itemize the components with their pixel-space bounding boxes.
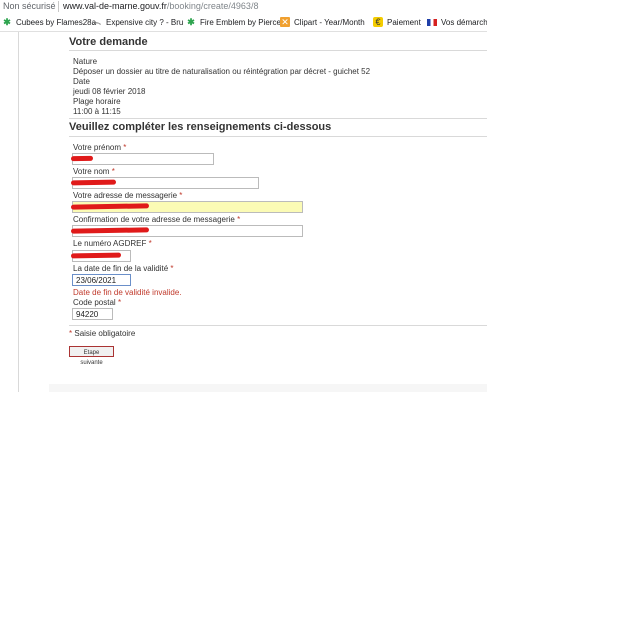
bookmark-clipart[interactable]: ✕ Clipart - Year/Month (280, 16, 365, 28)
firstname-input[interactable] (72, 153, 214, 165)
nature-value: Déposer un dossier au titre de naturalis… (73, 67, 371, 76)
bookmark-fire-emblem[interactable]: ✱ Fire Emblem by Pierce (186, 16, 281, 28)
label-text: Votre prénom (73, 143, 122, 152)
divider (69, 136, 487, 137)
required-marker: * (123, 143, 127, 152)
bookmark-vos-demarches[interactable]: Vos démarches (427, 16, 487, 28)
label-text: Code postal (73, 298, 116, 307)
label-text: Le numéro AGDREF (73, 239, 147, 248)
french-flag-icon (427, 18, 437, 26)
validity-label: La date de fin de la validité * (73, 264, 174, 273)
email-confirm-label: Confirmation de votre adresse de message… (73, 215, 240, 224)
clipart-icon: ✕ (280, 17, 290, 27)
bookmarks-bar: ✱ Cubees by Flames28a ෴ Expensive city ?… (0, 13, 487, 32)
bookmark-label: Expensive city ? - Bru (106, 17, 184, 27)
agdref-label: Le numéro AGDREF * (73, 239, 152, 248)
lastname-label: Votre nom * (73, 167, 115, 176)
mandatory-text: Saisie obligatoire (74, 329, 136, 338)
security-indicator[interactable]: Non sécurisé (3, 1, 56, 11)
divider (69, 50, 487, 51)
payment-icon: € (373, 17, 383, 27)
label-text: Confirmation de votre adresse de message… (73, 215, 235, 224)
divider (69, 118, 487, 119)
url-path: /booking/create/4963/8 (166, 1, 259, 11)
page-footer-band (49, 384, 487, 392)
email-label: Votre adresse de messagerie * (73, 191, 182, 200)
date-value: jeudi 08 février 2018 (73, 87, 146, 96)
validity-date-input[interactable] (72, 274, 131, 286)
nature-label: Nature (73, 57, 98, 66)
bookmark-label: Cubees by Flames28a (16, 17, 97, 27)
required-marker: * (237, 215, 241, 224)
address-bar[interactable]: Non sécurisé www.val-de-marne.gouv.fr/bo… (0, 0, 487, 13)
redaction-mark (70, 252, 122, 259)
bookmark-expensive-city[interactable]: ෴ Expensive city ? - Bru (92, 16, 184, 28)
form-heading: Veuillez compléter les renseignements ci… (69, 121, 332, 133)
request-summary: Nature Déposer un dossier au titre de na… (73, 57, 370, 117)
label-text: Votre nom (73, 167, 110, 176)
postal-label: Code postal * (73, 298, 121, 307)
required-marker: * (111, 167, 115, 176)
required-marker: * (148, 239, 152, 248)
redaction-mark (70, 179, 117, 186)
bookmark-label: Vos démarches (441, 17, 487, 27)
label-text: La date de fin de la validité (73, 264, 169, 273)
request-heading: Votre demande (69, 36, 148, 48)
redaction-mark (70, 155, 94, 162)
required-marker: * (69, 329, 73, 338)
address-separator (58, 1, 59, 12)
next-step-button[interactable]: Etape suivante (69, 346, 114, 366)
slot-label: Plage horaire (73, 97, 121, 106)
required-marker: * (179, 191, 183, 200)
slot-value: 11:00 à 11:15 (73, 107, 121, 116)
required-marker: * (117, 298, 122, 307)
label-text: Votre adresse de messagerie (73, 191, 178, 200)
validity-error-message: Date de fin de validité invalide. (73, 288, 182, 297)
postal-code-input[interactable] (72, 308, 113, 320)
date-label: Date (73, 77, 90, 86)
mandatory-note: * Saisie obligatoire (69, 329, 135, 338)
page-left-border (18, 32, 19, 392)
bookmark-label: Clipart - Year/Month (294, 17, 365, 27)
puzzle-icon: ✱ (3, 17, 11, 27)
mustache-icon: ෴ (92, 17, 102, 27)
url-host: www.val-de-marne.gouv.fr (63, 1, 167, 11)
url-text[interactable]: www.val-de-marne.gouv.fr/booking/create/… (63, 1, 258, 11)
divider (69, 325, 487, 326)
bookmark-paiement[interactable]: € Paiement (373, 16, 421, 28)
bookmark-label: Paiement (387, 17, 421, 27)
bookmark-label: Fire Emblem by Pierce (200, 17, 281, 27)
firstname-label: Votre prénom * (73, 143, 126, 152)
required-marker: * (170, 264, 174, 273)
bookmark-cubees[interactable]: ✱ Cubees by Flames28a (2, 16, 96, 28)
puzzle-icon: ✱ (187, 17, 195, 27)
